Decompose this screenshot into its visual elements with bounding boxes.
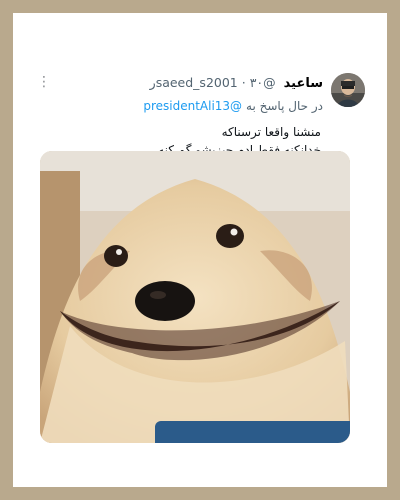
tweet-header: ساعید @saeed_s2001 · ۳۰ر: [150, 75, 323, 91]
separator-dot: ·: [241, 75, 246, 90]
avatar-image: [331, 73, 365, 107]
dog-photo-icon: [40, 151, 350, 443]
tweet-text-line: منشنا واقعا ترسناکه: [221, 125, 321, 139]
reply-to-handle[interactable]: @presidentAli13: [143, 99, 242, 113]
reply-prefix: در حال پاسخ به: [246, 99, 323, 113]
reply-context: در حال پاسخ به @presidentAli13: [143, 99, 323, 113]
tweet-media[interactable]: [40, 151, 350, 443]
more-options-icon[interactable]: ⋮: [37, 73, 51, 91]
display-name[interactable]: ساعید: [284, 76, 323, 91]
avatar[interactable]: [331, 73, 365, 107]
screenshot-frame: ⋮ ساعید @saeed_s2001 · ۳۰ر در حال پاسخ ب…: [13, 13, 387, 487]
tweet[interactable]: ⋮ ساعید @saeed_s2001 · ۳۰ر در حال پاسخ ب…: [13, 13, 387, 487]
